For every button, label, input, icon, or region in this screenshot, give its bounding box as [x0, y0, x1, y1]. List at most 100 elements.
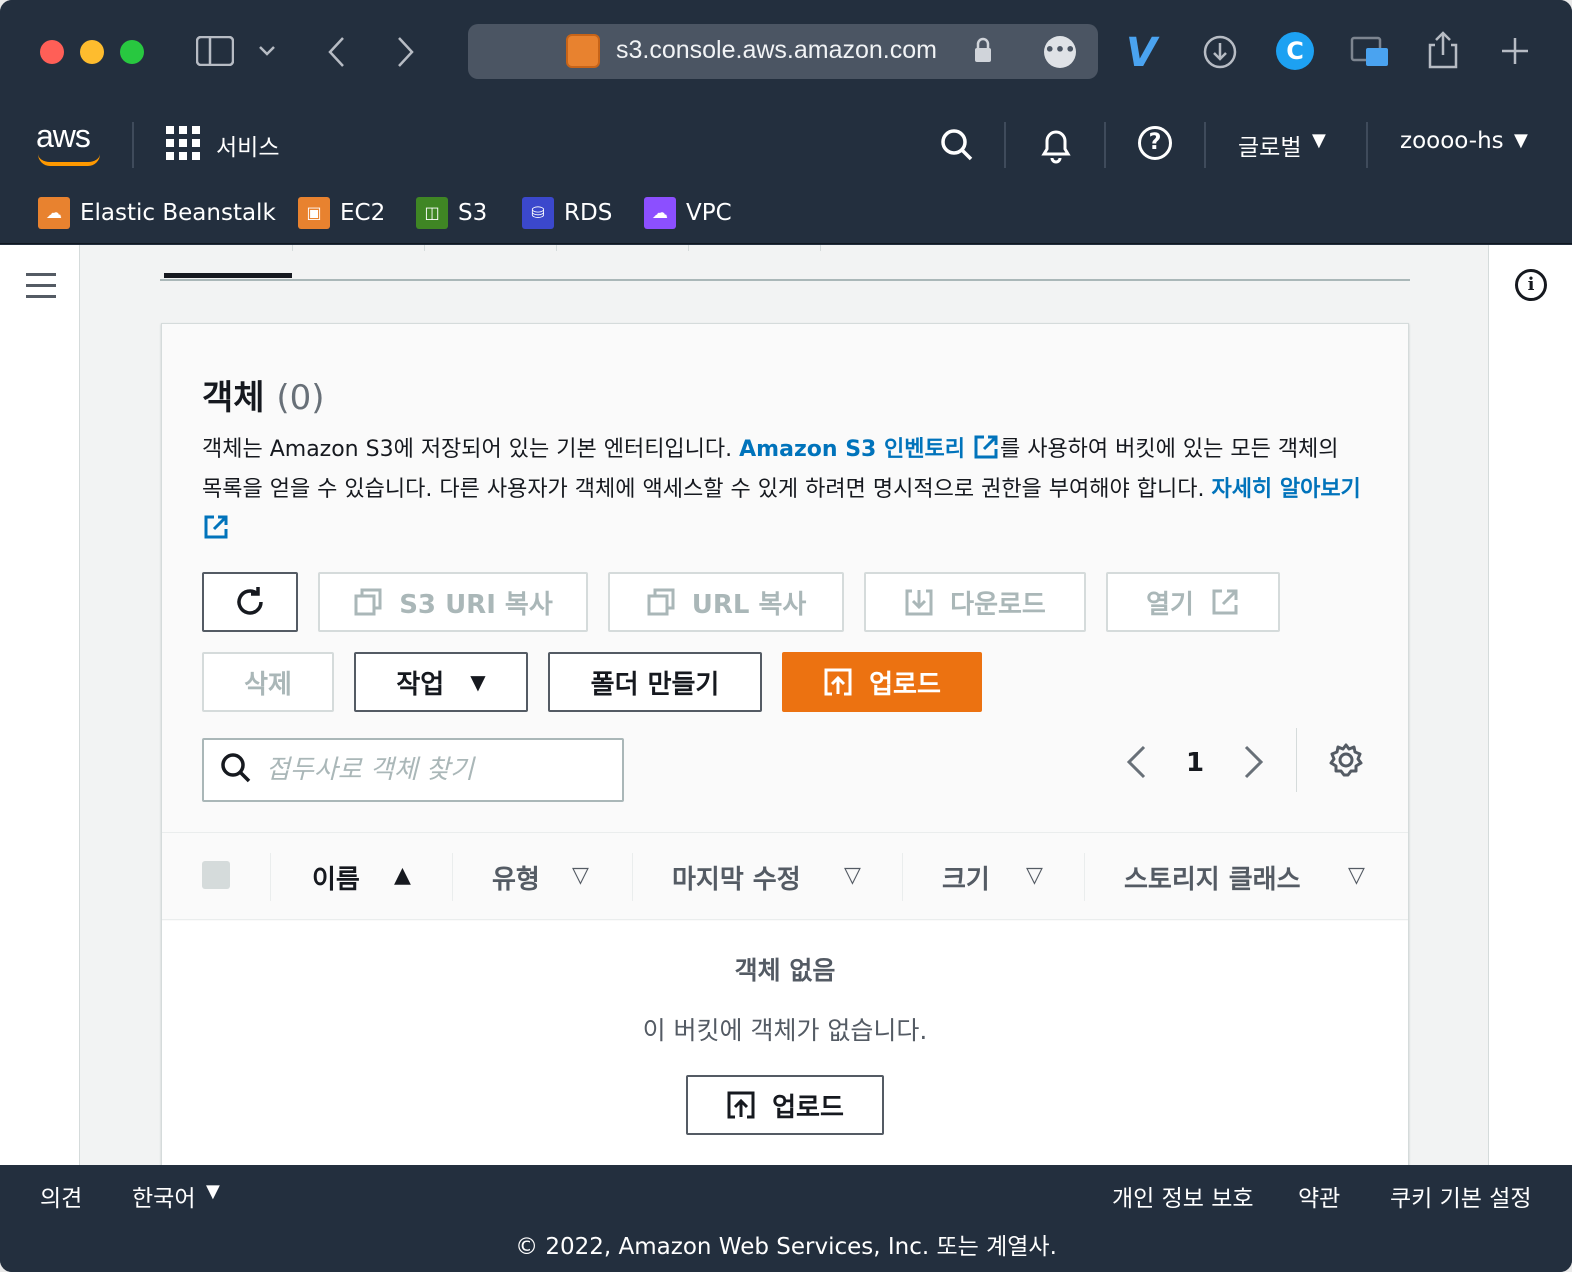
tab-separator [292, 245, 293, 251]
close-window-button[interactable] [40, 40, 64, 64]
sidebar-toggle-icon[interactable] [196, 36, 234, 66]
region-selector[interactable]: 글로벌 [1238, 128, 1301, 162]
favorite-label: S3 [458, 200, 488, 226]
account-menu[interactable]: zoooo-hs [1400, 128, 1504, 154]
picture-in-picture-icon[interactable] [1350, 36, 1390, 68]
sort-icon[interactable]: ▽ [844, 863, 861, 888]
current-page-number[interactable]: 1 [1186, 748, 1204, 778]
feedback-link[interactable]: 의견 [40, 1179, 82, 1213]
copy-s3-uri-button[interactable]: S3 URI 복사 [318, 572, 588, 632]
services-menu[interactable]: 서비스 [216, 128, 279, 162]
delete-button[interactable]: 삭제 [202, 652, 334, 712]
favorite-ec2[interactable]: ▣ EC2 [298, 196, 385, 230]
left-navigation-rail [0, 245, 80, 1165]
learn-more-link[interactable]: 자세히 알아보기 [1211, 477, 1360, 502]
download-icon[interactable] [1202, 34, 1238, 70]
next-page-icon[interactable] [1242, 744, 1266, 780]
tab-separator [556, 245, 557, 251]
help-icon[interactable]: ? [1138, 126, 1172, 160]
more-options-icon[interactable]: ••• [1044, 36, 1076, 68]
column-header-size[interactable]: 크기 [942, 859, 990, 896]
s3-favicon-icon [566, 34, 600, 68]
vpc-cloud-icon: ☁ [644, 197, 676, 229]
open-button[interactable]: 열기 [1106, 572, 1280, 632]
refresh-button[interactable] [202, 572, 298, 632]
browser-toolbar: s3.console.aws.amazon.com ••• V C [0, 0, 1572, 104]
tab-separator [820, 245, 821, 251]
share-icon[interactable] [1426, 30, 1460, 70]
vivaldi-extension-icon[interactable]: V [1126, 30, 1157, 76]
empty-state-upload-label: 업로드 [772, 1092, 844, 1123]
create-folder-label: 폴더 만들기 [590, 669, 720, 700]
favorite-label: RDS [564, 200, 613, 226]
caret-down-icon[interactable]: ▼ [1312, 130, 1326, 151]
tab-separator [424, 245, 425, 251]
c-extension-icon[interactable]: C [1276, 32, 1314, 70]
column-header-name[interactable]: 이름 [312, 859, 360, 896]
empty-state-text: 이 버킷에 객체가 없습니다. [642, 1016, 928, 1045]
upload-button[interactable]: 업로드 [782, 652, 982, 712]
download-button[interactable]: 다운로드 [864, 572, 1086, 632]
objects-count: (0) [276, 378, 325, 418]
divider [132, 122, 134, 168]
create-folder-button[interactable]: 폴더 만들기 [548, 652, 762, 712]
previous-page-icon[interactable] [1124, 744, 1148, 780]
copy-url-button[interactable]: URL 복사 [608, 572, 844, 632]
caret-down-icon[interactable]: ▼ [1514, 130, 1528, 151]
info-icon[interactable]: i [1515, 269, 1547, 301]
favorite-elastic-beanstalk[interactable]: ☁ Elastic Beanstalk [38, 196, 276, 230]
tab-objects-active-indicator[interactable] [164, 273, 292, 278]
external-link-icon[interactable] [972, 433, 1000, 461]
external-link-icon [1212, 589, 1238, 615]
back-icon[interactable] [326, 36, 346, 68]
search-input[interactable] [266, 750, 606, 790]
objects-table-body: 객체 없음 이 버킷에 객체가 없습니다. 업로드 [162, 921, 1408, 1185]
zoom-window-button[interactable] [120, 40, 144, 64]
address-bar[interactable]: s3.console.aws.amazon.com ••• [468, 24, 1098, 79]
actions-dropdown[interactable]: 작업 ▼ [354, 652, 528, 712]
favorite-s3[interactable]: ◫ S3 [416, 196, 487, 230]
bell-icon[interactable] [1038, 126, 1074, 164]
external-link-icon[interactable] [202, 513, 230, 541]
sort-ascending-icon[interactable]: ▲ [394, 863, 411, 888]
favorite-label: Elastic Beanstalk [80, 200, 276, 226]
sort-icon[interactable]: ▽ [572, 863, 589, 888]
download-label: 다운로드 [950, 589, 1046, 620]
column-header-type[interactable]: 유형 [492, 859, 540, 896]
tabs-underline [160, 279, 1410, 281]
chevron-down-icon[interactable] [258, 44, 276, 58]
empty-state-upload-button[interactable]: 업로드 [686, 1075, 884, 1135]
divider [1366, 122, 1368, 168]
favorite-rds[interactable]: ⛁ RDS [522, 196, 612, 230]
column-header-last-modified[interactable]: 마지막 수정 [672, 859, 801, 896]
new-tab-icon[interactable] [1500, 36, 1530, 66]
services-grid-icon[interactable] [166, 126, 200, 160]
settings-gear-icon[interactable] [1328, 742, 1364, 778]
forward-icon[interactable] [396, 36, 416, 68]
sort-icon[interactable]: ▽ [1348, 863, 1365, 888]
divider [1004, 122, 1006, 168]
aws-logo[interactable]: aws [36, 118, 91, 155]
sort-icon[interactable]: ▽ [1026, 863, 1043, 888]
ec2-icon: ▣ [298, 197, 330, 229]
inventory-link[interactable]: Amazon S3 인벤토리 [739, 437, 965, 462]
privacy-link[interactable]: 개인 정보 보호 [1112, 1179, 1254, 1213]
tab-separator [688, 245, 689, 251]
caret-down-icon[interactable]: ▼ [206, 1181, 220, 1202]
right-help-rail: i [1488, 245, 1572, 1165]
object-search-box[interactable] [202, 738, 624, 802]
cookie-preferences-link[interactable]: 쿠키 기본 설정 [1390, 1179, 1532, 1213]
column-header-storage-class[interactable]: 스토리지 클래스 [1124, 859, 1301, 896]
upload-icon [824, 668, 852, 696]
minimize-window-button[interactable] [80, 40, 104, 64]
search-icon[interactable] [940, 128, 974, 162]
console-footer: 의견 한국어 ▼ 개인 정보 보호 약관 쿠키 기본 설정 © 2022, Am… [0, 1165, 1572, 1272]
language-selector[interactable]: 한국어 [132, 1179, 195, 1213]
menu-hamburger-icon[interactable] [26, 273, 56, 306]
actions-label: 작업 [396, 669, 445, 700]
terms-link[interactable]: 약관 [1298, 1179, 1340, 1213]
favorite-vpc[interactable]: ☁ VPC [644, 196, 732, 230]
objects-description: 객체는 Amazon S3에 저장되어 있는 기본 엔터티입니다. Amazon… [202, 430, 1362, 550]
objects-heading: 객체 (0) [202, 370, 325, 419]
select-all-checkbox[interactable] [202, 861, 230, 889]
